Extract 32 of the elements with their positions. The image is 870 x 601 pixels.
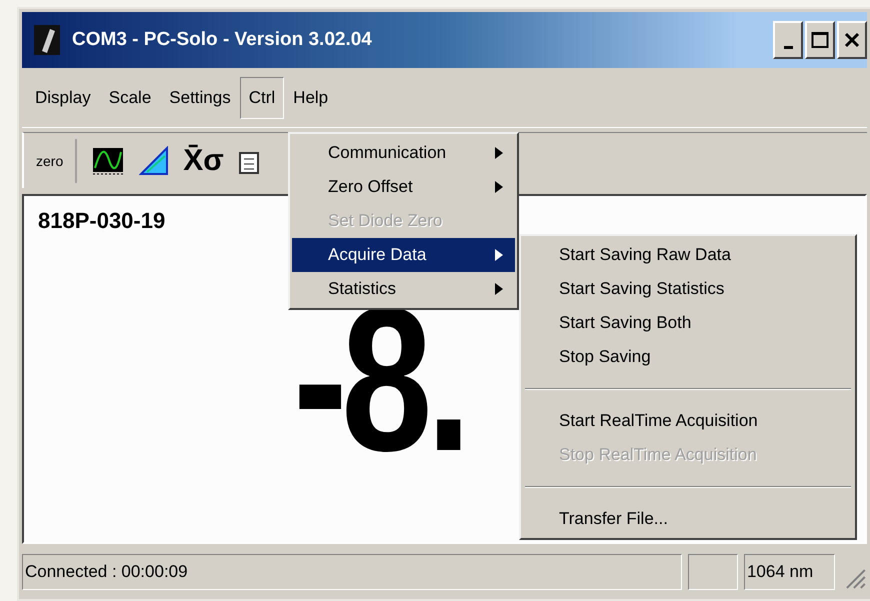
menu-entry[interactable]: Zero Offset — [292, 170, 515, 204]
maximize-icon — [811, 31, 829, 49]
menu-entry[interactable]: Start Saving Both — [523, 306, 853, 340]
triangle-icon[interactable] — [139, 146, 170, 176]
menu-entry[interactable]: Start Saving Statistics — [523, 272, 853, 306]
waveform-icon[interactable] — [91, 146, 126, 176]
menu-item[interactable]: Scale — [100, 76, 160, 118]
minimize-button[interactable] — [773, 21, 803, 59]
menu-item[interactable]: Display — [26, 76, 100, 118]
menu-entry[interactable]: Start Saving Raw Data — [523, 238, 853, 272]
window-title: COM3 - PC-Solo - Version 3.02.04 — [72, 29, 373, 51]
menu-entry[interactable]: Start RealTime Acquisition — [523, 404, 853, 438]
menu-item[interactable]: Settings — [160, 76, 240, 118]
menu-item[interactable]: Help — [284, 76, 338, 118]
menu-item[interactable]: Ctrl — [240, 76, 284, 118]
maximize-button[interactable] — [805, 21, 835, 59]
close-icon — [844, 32, 860, 48]
menu-entry[interactable]: Communication — [292, 136, 515, 170]
wavelength-status: 1064 nm — [744, 554, 836, 590]
menu-entry[interactable]: Statistics — [292, 272, 515, 306]
sensor-label: 818P-030-19 — [38, 208, 166, 234]
minimize-icon — [784, 46, 792, 48]
power-reading: -8. — [293, 304, 466, 456]
close-button[interactable] — [837, 21, 867, 59]
statistics-button[interactable]: X̄σ — [183, 144, 224, 178]
menu-entry[interactable]: Stop Saving — [523, 340, 853, 374]
menu-entry[interactable]: Transfer File... — [523, 502, 853, 536]
zero-button[interactable]: zero — [34, 138, 78, 182]
menu-entry[interactable]: Acquire Data — [292, 238, 515, 272]
connection-status: Connected : 00:00:09 — [22, 554, 682, 590]
status-panel — [688, 554, 738, 590]
device-icon — [34, 25, 60, 55]
